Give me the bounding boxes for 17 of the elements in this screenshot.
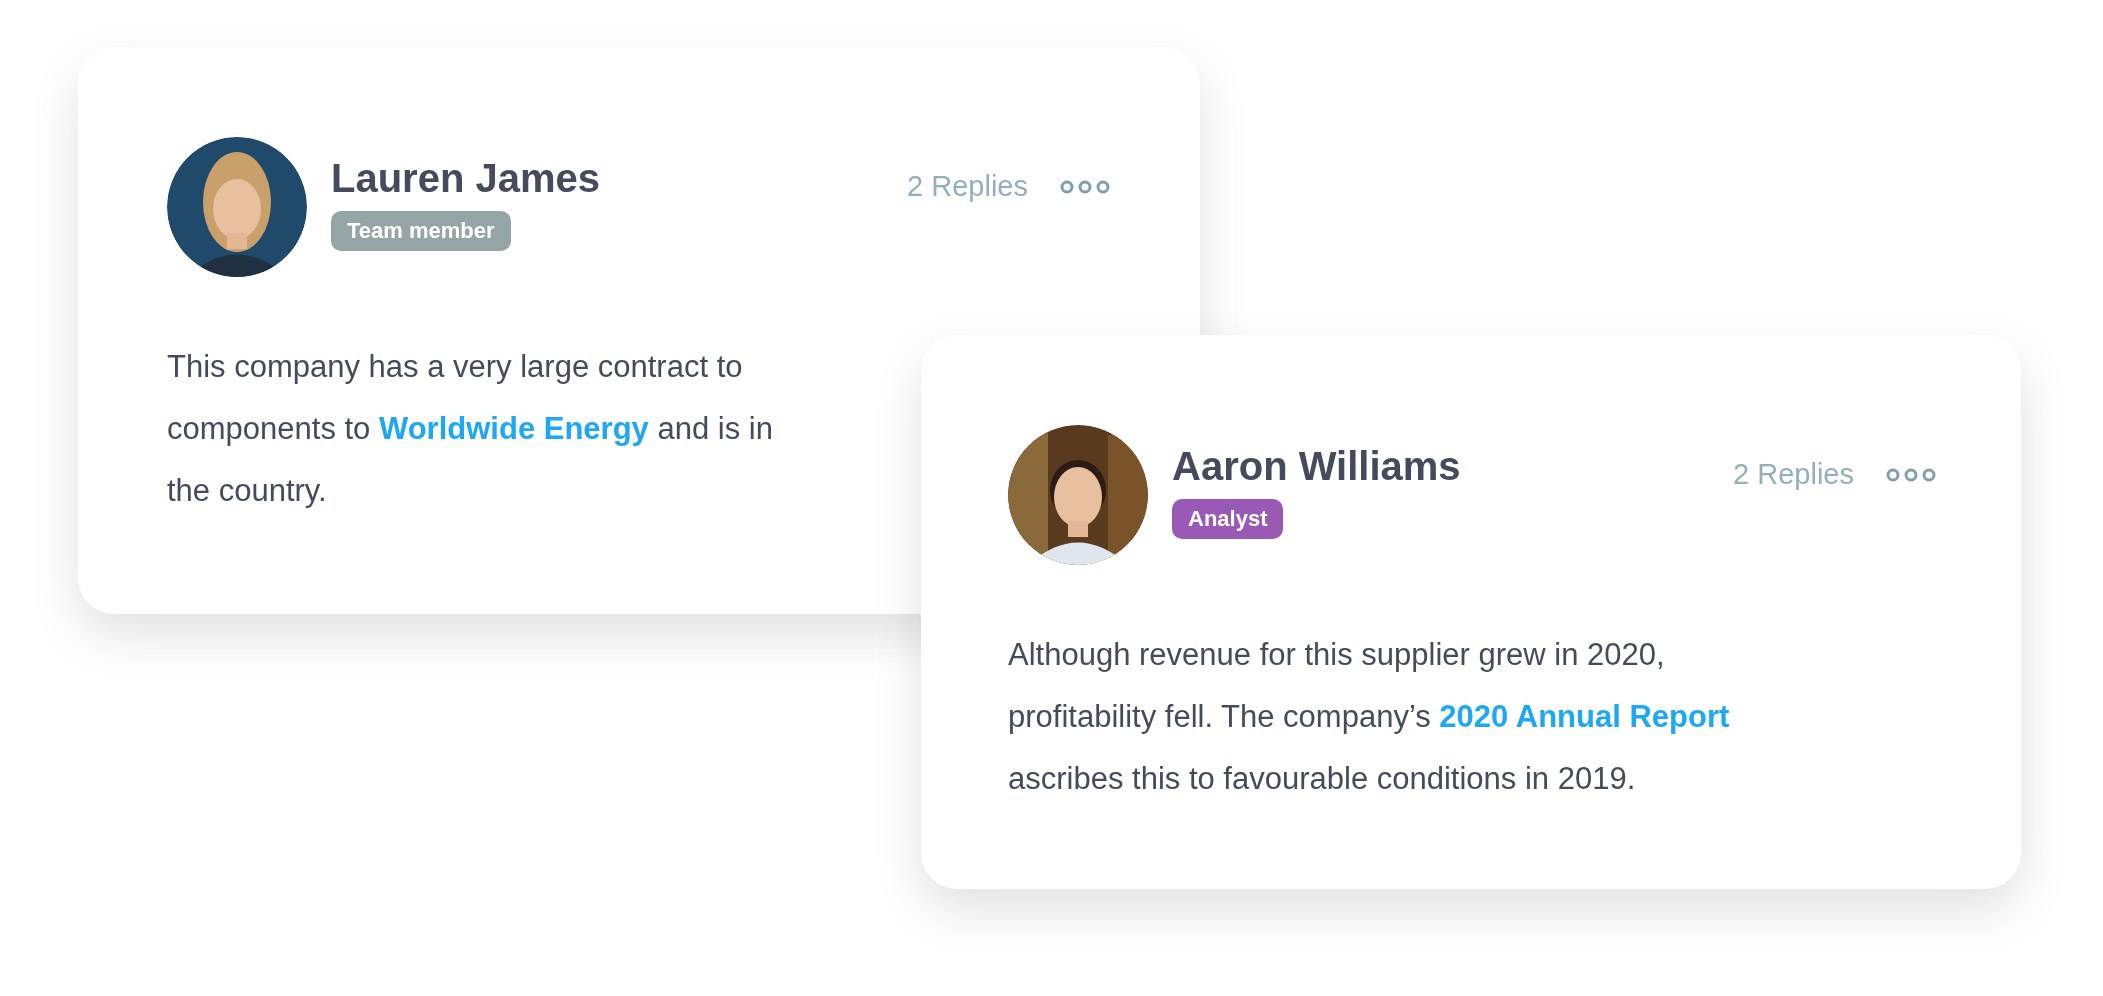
comment-text: components to [167, 410, 372, 448]
more-icon[interactable] [1060, 179, 1110, 194]
role-tag: Analyst [1172, 499, 1284, 539]
replies-link[interactable]: 2 Replies [907, 165, 1028, 209]
author-name: Aaron Williams [1172, 443, 1461, 490]
author-name: Lauren James [331, 155, 601, 202]
role-tag: Team member [331, 211, 511, 251]
replies-link[interactable]: 2 Replies [1733, 453, 1854, 497]
comment-text: Although revenue for this supplier grew in 2020, [1008, 636, 1665, 674]
link[interactable]: 2020 Annual Report [1439, 695, 1730, 739]
comment-text: profitability fell. The company’s [1008, 698, 1432, 736]
comment-text: and is in [656, 410, 773, 448]
comment-text: ascribes this to favourable conditions in 2019. [1008, 760, 1636, 798]
comment-text: This company has a very large contract to [167, 348, 743, 386]
link[interactable]: Worldwide Energy [378, 407, 649, 451]
more-icon[interactable] [1886, 467, 1936, 482]
comment-text: the country. [167, 472, 327, 510]
